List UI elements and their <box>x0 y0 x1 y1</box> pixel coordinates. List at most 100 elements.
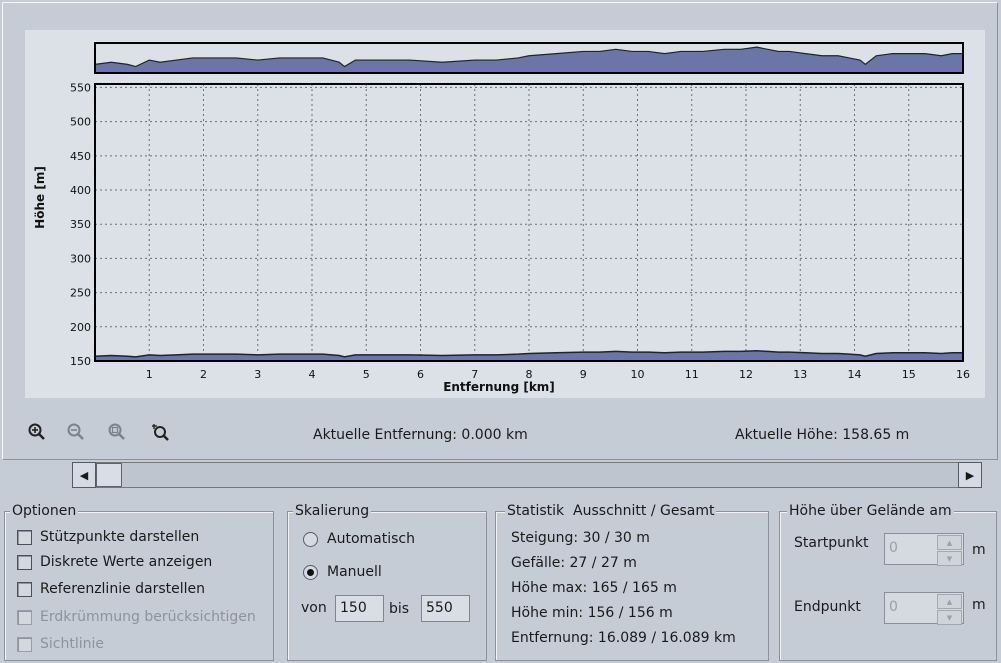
radio-label: Manuell <box>327 564 382 580</box>
zoom-reset-icon <box>152 424 169 441</box>
start-point-value: 0 <box>889 540 898 556</box>
end-point-unit: m <box>972 597 986 613</box>
current-distance-readout: Aktuelle Entfernung: 0.000 km <box>313 427 528 443</box>
y-tick-label: 200 <box>70 321 91 334</box>
start-point-unit: m <box>972 542 986 558</box>
x-tick-label: 3 <box>254 368 261 381</box>
y-tick-label: 350 <box>70 218 91 231</box>
y-tick-label: 550 <box>70 81 91 94</box>
stat-hoehe-min: Höhe min: 156 / 156 m <box>511 605 673 621</box>
zoom-out-button[interactable] <box>66 422 90 446</box>
option-sichtlinie: Sichtlinie <box>17 636 104 652</box>
zoom-out-icon <box>67 423 84 440</box>
stat-gefaelle: Gefälle: 27 / 27 m <box>511 555 637 571</box>
options-title: Optionen <box>10 503 79 519</box>
stat-steigung: Steigung: 30 / 30 m <box>511 530 650 546</box>
x-tick-label: 2 <box>200 368 207 381</box>
option-erdkruemmung: Erdkrümmung berücksichtigen <box>17 609 256 625</box>
y-tick-label: 300 <box>70 252 91 265</box>
checkbox <box>17 609 32 625</box>
y-tick-label: 250 <box>70 287 91 300</box>
y-tick-label: 150 <box>70 355 91 368</box>
scaling-group: Skalierung Automatisch Manuell von 150 b… <box>287 503 487 661</box>
zoom-window-icon <box>108 423 125 440</box>
option-label: Stützpunkte darstellen <box>40 529 200 545</box>
horizontal-scrollbar[interactable]: ◀ ▶ <box>72 462 982 490</box>
zoom-in-button[interactable] <box>27 422 51 446</box>
x-tick-label: 9 <box>580 368 587 381</box>
chevron-up-icon: ▲ <box>946 597 953 606</box>
x-tick-label: 13 <box>793 368 807 381</box>
spinner-down-button: ▼ <box>937 551 962 566</box>
x-tick-label: 1 <box>146 368 153 381</box>
x-tick-label: 11 <box>685 368 699 381</box>
height-over-ground-title: Höhe über Gelände am <box>787 503 954 519</box>
scroll-left-button[interactable]: ◀ <box>72 462 96 488</box>
x-tick-label: 16 <box>956 368 970 381</box>
x-tick-label: 12 <box>739 368 753 381</box>
end-point-value: 0 <box>889 599 898 615</box>
option-label: Referenzlinie darstellen <box>40 581 206 597</box>
zoom-window-button[interactable] <box>107 422 131 446</box>
option-stuetzpunkte[interactable]: Stützpunkte darstellen <box>17 529 199 545</box>
scroll-track[interactable] <box>96 462 958 488</box>
radio-button[interactable] <box>303 564 318 580</box>
statistics-title: Statistik Ausschnitt / Gesamt <box>505 503 717 519</box>
x-axis-label: Entfernung [km] <box>443 380 555 394</box>
checkbox[interactable] <box>17 581 32 597</box>
statistics-subtitle: Ausschnitt / Gesamt <box>573 503 715 519</box>
x-tick-label: 4 <box>309 368 316 381</box>
radio-button[interactable] <box>303 531 318 547</box>
option-referenzlinie[interactable]: Referenzlinie darstellen <box>17 581 205 597</box>
y-tick-label: 400 <box>70 184 91 197</box>
checkbox[interactable] <box>17 529 32 545</box>
options-group: Optionen Stützpunkte darstellen Diskrete… <box>4 503 274 661</box>
y-tick-label: 500 <box>70 116 91 129</box>
x-tick-label: 5 <box>363 368 370 381</box>
checkbox[interactable] <box>17 554 32 570</box>
option-label: Sichtlinie <box>40 636 104 652</box>
x-tick-label: 10 <box>631 368 645 381</box>
option-diskrete-werte[interactable]: Diskrete Werte anzeigen <box>17 554 212 570</box>
statistics-title-text: Statistik <box>507 503 565 519</box>
from-label: von <box>301 600 327 616</box>
chevron-down-icon: ▼ <box>946 613 953 622</box>
stat-hoehe-max: Höhe max: 165 / 165 m <box>511 580 677 596</box>
scroll-thumb[interactable] <box>96 463 122 487</box>
chevron-up-icon: ▲ <box>946 538 953 547</box>
checkbox <box>17 636 32 652</box>
plot-area: 150 200 250 300 350 400 450 500 550 1 2 3 4 5 6 7 8 9 10 11… <box>25 30 985 398</box>
scale-from-input[interactable]: 150 <box>335 595 384 622</box>
scroll-right-button[interactable]: ▶ <box>958 462 982 488</box>
scaling-title: Skalierung <box>293 503 372 519</box>
scaling-manual-radio[interactable]: Manuell <box>303 564 382 580</box>
radio-label: Automatisch <box>327 531 415 547</box>
scale-to-input[interactable]: 550 <box>421 595 470 622</box>
arrow-left-icon: ◀ <box>79 468 89 482</box>
end-point-spinner: 0 ▲ ▼ <box>884 592 964 625</box>
y-tick-label: 450 <box>70 150 91 163</box>
x-tick-label: 14 <box>848 368 862 381</box>
y-axis-label: Höhe [m] <box>33 166 47 229</box>
profile-panel: 150 200 250 300 350 400 450 500 550 1 2 3 4 5 6 7 8 9 10 11… <box>2 2 998 460</box>
start-point-label: Startpunkt <box>794 535 869 551</box>
height-over-ground-group: Höhe über Gelände am Startpunkt 0 ▲ ▼ m … <box>779 503 997 661</box>
option-label: Erdkrümmung berücksichtigen <box>40 609 256 625</box>
x-tick-label: 6 <box>417 368 424 381</box>
zoom-reset-button[interactable] <box>150 422 174 446</box>
start-point-spinner: 0 ▲ ▼ <box>884 533 964 566</box>
scaling-auto-radio[interactable]: Automatisch <box>303 531 415 547</box>
arrow-right-icon: ▶ <box>965 468 975 482</box>
spinner-up-button: ▲ <box>937 535 962 550</box>
current-height-readout: Aktuelle Höhe: 158.65 m <box>735 427 910 443</box>
spinner-up-button: ▲ <box>937 594 962 609</box>
elevation-chart[interactable]: 1502002503003504004505005501 2 3 4 5 6 7 8 9 10 11… <box>25 30 985 398</box>
statistics-group: Statistik Ausschnitt / Gesamt Steigung: … <box>495 503 769 661</box>
spinner-down-button: ▼ <box>937 610 962 625</box>
to-label: bis <box>389 601 410 617</box>
end-point-label: Endpunkt <box>794 599 861 615</box>
zoom-in-icon <box>28 423 45 440</box>
stat-entfernung: Entfernung: 16.089 / 16.089 km <box>511 630 736 646</box>
x-tick-label: 15 <box>902 368 916 381</box>
option-label: Diskrete Werte anzeigen <box>40 554 213 570</box>
